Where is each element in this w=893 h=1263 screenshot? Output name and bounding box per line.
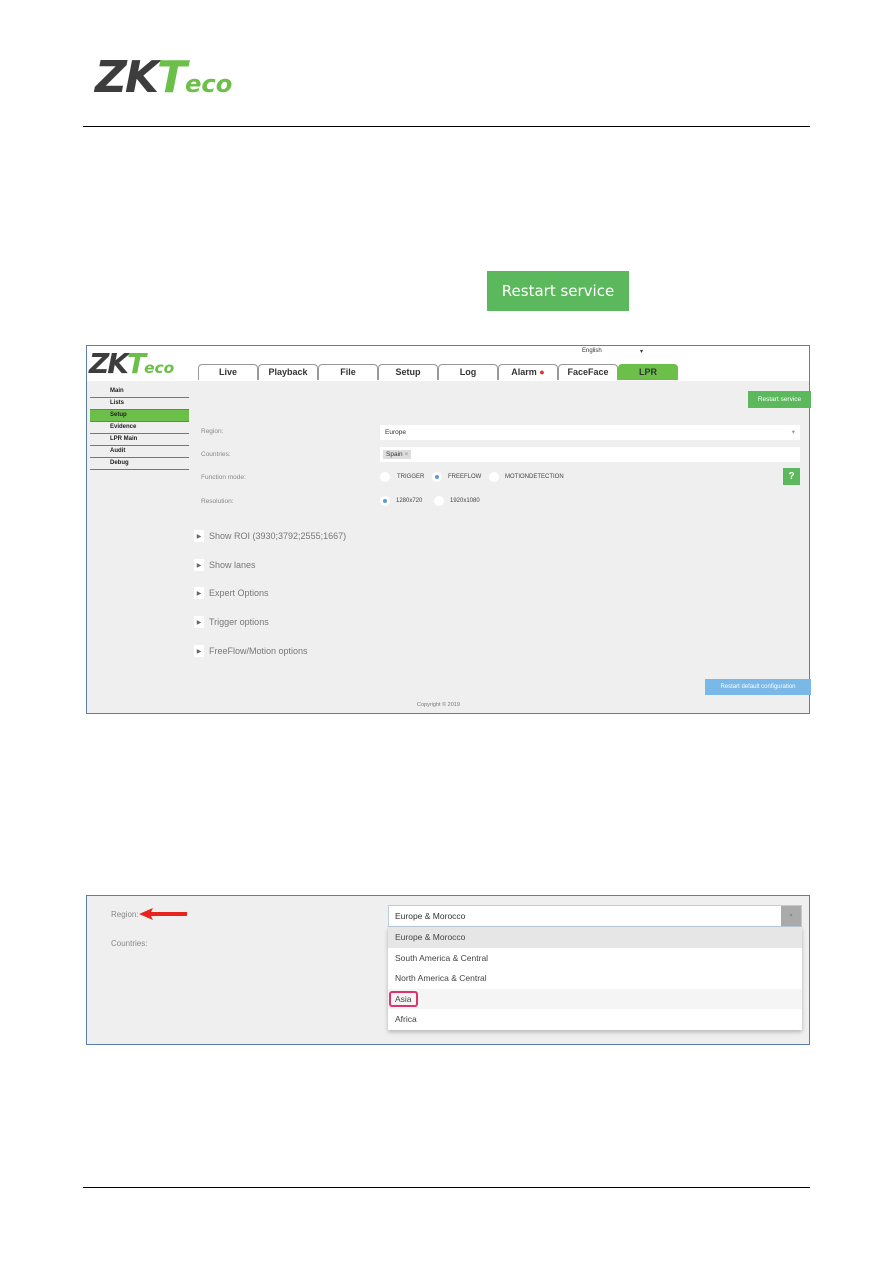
- tab-faceface[interactable]: FaceFace: [558, 364, 618, 380]
- option-asia[interactable]: Asia: [388, 988, 802, 1009]
- country-tag: Spain ×: [383, 450, 412, 459]
- option-north-america[interactable]: North America & Central: [388, 968, 802, 989]
- radio-label: 1280x720: [396, 498, 423, 504]
- zkteco-logo: ZKTeco: [95, 52, 233, 103]
- footer-rule: [83, 1187, 810, 1188]
- sidebar-item-lpr-main[interactable]: LPR Main: [90, 434, 189, 446]
- section-show-lanes[interactable]: ▶ Show lanes: [194, 559, 256, 571]
- tab-setup[interactable]: Setup: [378, 364, 438, 380]
- expand-triangle-icon: ▶: [194, 645, 204, 657]
- option-africa[interactable]: Africa: [388, 1009, 802, 1030]
- remove-tag-icon[interactable]: ×: [404, 451, 408, 458]
- tab-log[interactable]: Log: [438, 364, 498, 380]
- sidebar-item-setup[interactable]: Setup: [90, 410, 189, 422]
- lpr-setup-screenshot: ZKTeco English ▾ Live Playback File Setup…: [86, 345, 811, 714]
- header-rule: [83, 126, 810, 127]
- sidebar-item-debug[interactable]: Debug: [90, 458, 189, 470]
- app-logo: ZKTeco: [89, 347, 175, 380]
- copyright: Copyright © 2019: [417, 702, 460, 708]
- radio-trigger[interactable]: [380, 472, 390, 482]
- radio-label: 1920x1080: [450, 498, 480, 504]
- chevron-down-icon: ▾: [791, 429, 795, 436]
- expand-triangle-icon: ▶: [194, 587, 204, 599]
- option-south-america[interactable]: South America & Central: [388, 948, 802, 969]
- sidebar-item-main[interactable]: Main: [90, 386, 189, 398]
- help-button[interactable]: ?: [783, 468, 800, 485]
- alarm-bell-icon: ●: [539, 367, 545, 377]
- region-label: Region:: [111, 910, 139, 919]
- radio-freeflow[interactable]: [432, 472, 442, 482]
- tab-file[interactable]: File: [318, 364, 378, 380]
- tab-playback[interactable]: Playback: [258, 364, 318, 380]
- region-select[interactable]: Europe & Morocco ▾: [388, 905, 802, 927]
- radio-label: FREEFLOW: [448, 474, 482, 480]
- sidebar-item-audit[interactable]: Audit: [90, 446, 189, 458]
- option-europe-morocco[interactable]: Europe & Morocco: [388, 927, 802, 948]
- countries-label: Countries:: [111, 939, 148, 948]
- radio-label: TRIGGER: [397, 474, 425, 480]
- restart-default-configuration-button[interactable]: Restart default configuration: [705, 679, 811, 695]
- expand-triangle-icon: ▶: [194, 616, 204, 628]
- language-select[interactable]: English ▾: [582, 348, 647, 355]
- function-mode-label: Function mode:: [201, 474, 246, 481]
- radio-motiondetection[interactable]: [489, 472, 499, 482]
- expand-triangle-icon: ▶: [194, 559, 204, 571]
- restart-service-button[interactable]: Restart service: [748, 391, 811, 408]
- tab-alarm[interactable]: Alarm ●: [498, 364, 558, 380]
- resolution-label: Resolution:: [201, 498, 234, 505]
- countries-label: Countries:: [201, 451, 231, 458]
- restart-service-button[interactable]: Restart service: [487, 271, 629, 311]
- radio-label: MOTIONDETECTION: [505, 474, 564, 480]
- sidebar-item-evidence[interactable]: Evidence: [90, 422, 189, 434]
- radio-1280x720[interactable]: [380, 496, 390, 506]
- section-expert-options[interactable]: ▶ Expert Options: [194, 587, 269, 599]
- tab-live[interactable]: Live: [198, 364, 258, 380]
- countries-input[interactable]: Spain ×: [380, 447, 800, 462]
- chevron-down-icon: ▾: [640, 349, 644, 355]
- section-freeflow-motion-options[interactable]: ▶ FreeFlow/Motion options: [194, 645, 308, 657]
- tab-lpr[interactable]: LPR: [618, 364, 678, 380]
- section-show-roi[interactable]: ▶ Show ROI (3930;3792;2555;1667): [194, 530, 346, 542]
- dropdown-toggle-icon[interactable]: ▾: [781, 906, 801, 926]
- region-label: Region:: [201, 428, 224, 435]
- radio-1920x1080[interactable]: [434, 496, 444, 506]
- region-dropdown-screenshot: Region: Countries: Europe & Morocco ▾ Eu…: [86, 895, 810, 1045]
- region-options-list: Europe & Morocco South America & Central…: [388, 927, 802, 1030]
- sidebar-item-lists[interactable]: Lists: [90, 398, 189, 410]
- red-arrow-icon: [139, 908, 187, 920]
- region-select[interactable]: Europe ▾: [380, 425, 800, 440]
- section-trigger-options[interactable]: ▶ Trigger options: [194, 616, 269, 628]
- expand-triangle-icon: ▶: [194, 530, 204, 542]
